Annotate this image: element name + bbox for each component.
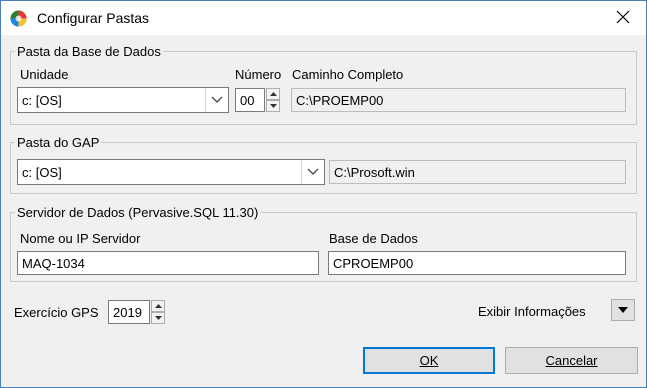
caret-down-icon bbox=[269, 104, 277, 108]
numero-stepper[interactable] bbox=[266, 88, 280, 112]
exercicio-stepper[interactable] bbox=[151, 300, 165, 324]
server-name-field[interactable]: MAQ-1034 bbox=[17, 251, 319, 275]
numero-field[interactable]: 00 bbox=[235, 88, 265, 112]
chevron-down-icon[interactable] bbox=[205, 88, 228, 112]
server-legend: Servidor de Dados (Pervasive.SQL 11.30) bbox=[17, 205, 259, 220]
app-globe-icon bbox=[10, 10, 27, 27]
numero-label: Número bbox=[235, 67, 282, 82]
cancel-button-label: Cancelar bbox=[545, 353, 598, 368]
exibir-toggle-button[interactable] bbox=[611, 299, 635, 321]
numero-down-button[interactable] bbox=[266, 100, 280, 112]
numero-up-button[interactable] bbox=[266, 88, 280, 100]
db-unidade-select[interactable]: c: [OS] bbox=[17, 87, 229, 113]
window-title: Configurar Pastas bbox=[37, 10, 150, 26]
configurar-pastas-dialog: Configurar Pastas Pasta da Base de Dados… bbox=[0, 0, 647, 388]
close-button[interactable] bbox=[599, 1, 646, 35]
ok-button-label: OK bbox=[419, 353, 439, 368]
caret-up-icon bbox=[154, 304, 162, 308]
chevron-down-icon[interactable] bbox=[301, 160, 324, 184]
exibir-label: Exibir Informações bbox=[478, 304, 586, 319]
caret-down-icon bbox=[154, 316, 162, 320]
caret-down-icon bbox=[618, 307, 628, 313]
gap-unidade-select[interactable]: c: [OS] bbox=[17, 159, 325, 185]
caret-up-icon bbox=[269, 92, 277, 96]
gap-path-field: C:\Prosoft.win bbox=[329, 160, 626, 184]
close-icon bbox=[616, 10, 630, 27]
cancel-button[interactable]: Cancelar bbox=[505, 347, 638, 374]
caminho-label: Caminho Completo bbox=[292, 67, 404, 82]
base-dados-label: Base de Dados bbox=[329, 231, 418, 246]
ok-button[interactable]: OK bbox=[363, 347, 495, 374]
unidade-label: Unidade bbox=[20, 67, 69, 82]
exercicio-field[interactable]: 2019 bbox=[108, 300, 150, 324]
exercicio-up-button[interactable] bbox=[151, 300, 165, 312]
exercicio-label: Exercício GPS bbox=[14, 305, 99, 320]
exercicio-down-button[interactable] bbox=[151, 312, 165, 324]
db-folder-legend: Pasta da Base de Dados bbox=[17, 44, 161, 59]
gap-unidade-value: c: [OS] bbox=[22, 165, 62, 180]
db-unidade-value: c: [OS] bbox=[22, 93, 62, 108]
base-dados-field[interactable]: CPROEMP00 bbox=[328, 251, 626, 275]
title-bar: Configurar Pastas bbox=[1, 1, 646, 35]
caminho-field: C:\PROEMP00 bbox=[291, 88, 626, 112]
gap-folder-legend: Pasta do GAP bbox=[17, 135, 100, 150]
server-name-label: Nome ou IP Servidor bbox=[20, 231, 141, 246]
